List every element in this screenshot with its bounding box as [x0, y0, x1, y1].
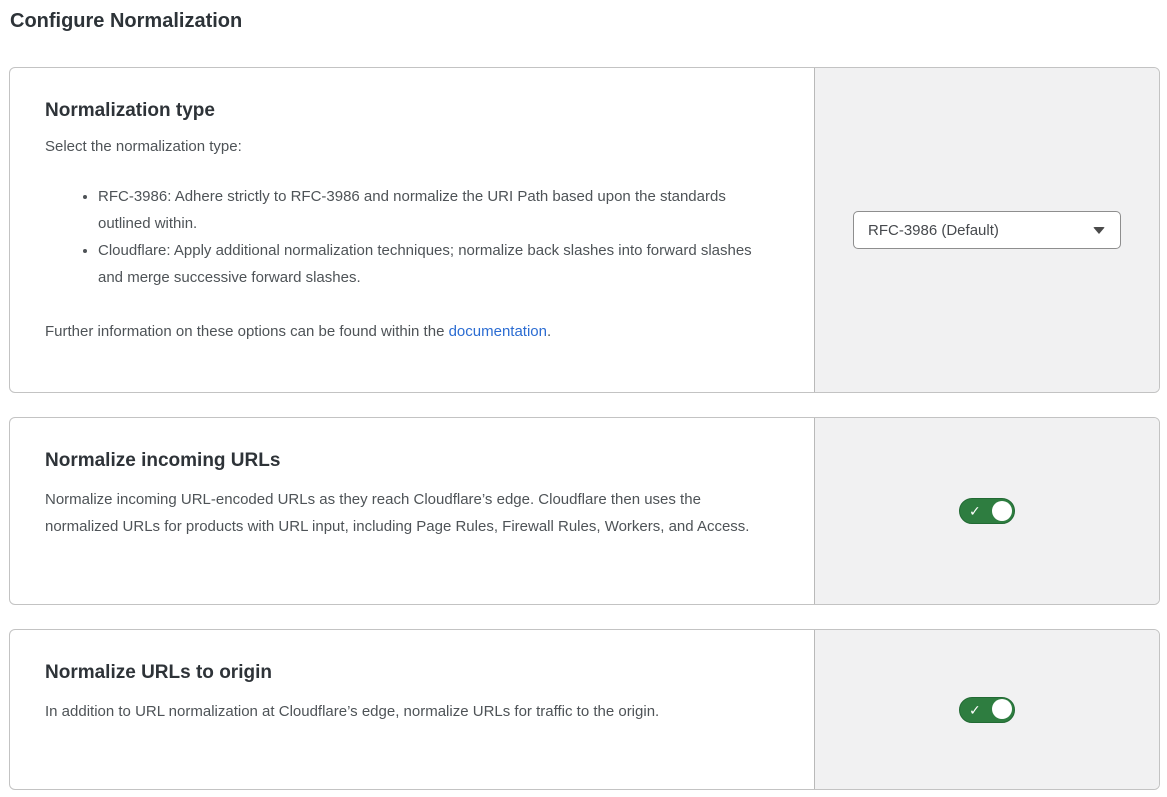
normalization-type-select[interactable]: RFC-3986 (Default): [853, 211, 1121, 249]
normalization-type-heading: Normalization type: [45, 98, 774, 123]
normalization-type-side-panel: RFC-3986 (Default): [814, 68, 1159, 392]
normalization-type-card: Normalization type Select the normalizat…: [9, 67, 1160, 393]
normalize-urls-to-origin-description: In addition to URL normalization at Clou…: [45, 698, 774, 725]
normalize-urls-to-origin-toggle[interactable]: ✓: [959, 697, 1015, 723]
normalize-urls-to-origin-side-panel: ✓: [814, 630, 1159, 789]
normalize-incoming-urls-content: Normalize incoming URLs Normalize incomi…: [10, 418, 814, 604]
cloudflare-bullet: Cloudflare: Apply additional normalizati…: [98, 237, 774, 291]
normalize-urls-to-origin-card: Normalize URLs to origin In addition to …: [9, 629, 1160, 790]
normalization-type-options-list: RFC-3986: Adhere strictly to RFC-3986 an…: [45, 183, 774, 291]
footer-prefix: Further information on these options can…: [45, 323, 449, 340]
check-icon: ✓: [969, 504, 981, 518]
footer-suffix: .: [547, 323, 551, 340]
settings-cards: Normalization type Select the normalizat…: [9, 67, 1160, 790]
normalize-incoming-urls-toggle[interactable]: ✓: [959, 498, 1015, 524]
documentation-link[interactable]: documentation: [449, 323, 547, 340]
normalize-incoming-urls-card: Normalize incoming URLs Normalize incomi…: [9, 417, 1160, 605]
normalization-type-intro: Select the normalization type:: [45, 136, 774, 157]
normalize-incoming-urls-description: Normalize incoming URL-encoded URLs as t…: [45, 486, 774, 540]
toggle-knob: [992, 699, 1012, 719]
normalize-incoming-urls-heading: Normalize incoming URLs: [45, 448, 774, 473]
check-icon: ✓: [969, 703, 981, 717]
toggle-knob: [992, 501, 1012, 521]
normalize-urls-to-origin-content: Normalize URLs to origin In addition to …: [10, 630, 814, 789]
rfc-3986-bullet: RFC-3986: Adhere strictly to RFC-3986 an…: [98, 183, 774, 237]
configure-normalization-page: Configure Normalization Normalization ty…: [0, 0, 1167, 790]
normalization-type-selected-value: RFC-3986 (Default): [868, 223, 999, 238]
normalization-type-card-content: Normalization type Select the normalizat…: [10, 68, 814, 392]
normalize-urls-to-origin-heading: Normalize URLs to origin: [45, 660, 774, 685]
page-title: Configure Normalization: [9, 8, 1160, 34]
chevron-down-icon: [1093, 227, 1105, 234]
normalize-incoming-urls-side-panel: ✓: [814, 418, 1159, 604]
further-information-text: Further information on these options can…: [45, 318, 774, 345]
